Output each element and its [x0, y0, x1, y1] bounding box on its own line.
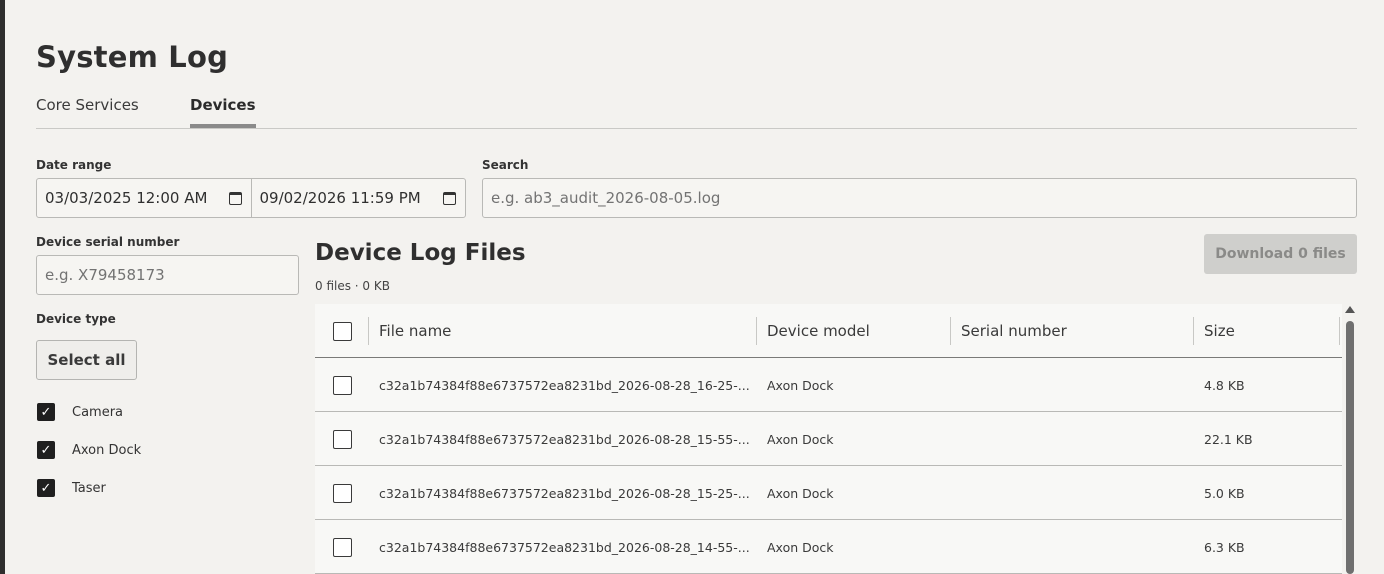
serial-number-input[interactable] — [36, 255, 299, 295]
device-model-cell: Axon Dock — [767, 431, 834, 447]
table-header: File name Device model Serial number Siz… — [315, 304, 1342, 358]
serial-number-label: Device serial number — [36, 235, 180, 249]
table-row[interactable]: c32a1b74384f88e6737572ea8231bd_2026-08-2… — [315, 466, 1342, 520]
chevron-up-icon[interactable] — [1345, 306, 1355, 313]
row-checkbox[interactable] — [333, 537, 352, 557]
device-type-camera[interactable]: ✓ Camera — [37, 402, 123, 422]
row-checkbox-cell — [333, 466, 352, 520]
table-row[interactable]: c32a1b74384f88e6737572ea8231bd_2026-08-2… — [315, 520, 1342, 574]
check-icon: ✓ — [40, 404, 52, 420]
file-name-cell: c32a1b74384f88e6737572ea8231bd_2026-08-2… — [379, 377, 750, 393]
size-cell: 5.0 KB — [1204, 485, 1245, 501]
file-name-cell: c32a1b74384f88e6737572ea8231bd_2026-08-2… — [379, 431, 750, 447]
check-icon: ✓ — [40, 442, 52, 458]
checkbox-checked[interactable]: ✓ — [37, 441, 55, 459]
row-checkbox[interactable] — [333, 429, 352, 449]
file-name-cell: c32a1b74384f88e6737572ea8231bd_2026-08-2… — [379, 539, 750, 555]
tab-devices[interactable]: Devices — [190, 96, 256, 128]
row-checkbox-cell — [333, 520, 352, 574]
page-title: System Log — [36, 40, 229, 74]
row-checkbox[interactable] — [333, 375, 352, 395]
row-checkbox[interactable] — [333, 483, 352, 503]
search-label: Search — [482, 158, 529, 172]
date-range-label: Date range — [36, 158, 112, 172]
select-all-button[interactable]: Select all — [36, 340, 137, 380]
calendar-icon[interactable] — [443, 192, 456, 205]
checkbox-checked[interactable]: ✓ — [37, 403, 55, 421]
section-title: Device Log Files — [315, 240, 526, 266]
device-model-cell: Axon Dock — [767, 485, 834, 501]
device-type-label-camera: Camera — [72, 404, 124, 420]
calendar-icon[interactable] — [228, 192, 242, 205]
file-name-cell: c32a1b74384f88e6737572ea8231bd_2026-08-2… — [379, 485, 750, 501]
device-model-cell: Axon Dock — [767, 539, 834, 555]
table-row[interactable]: c32a1b74384f88e6737572ea8231bd_2026-08-2… — [315, 358, 1342, 412]
device-log-table: File name Device model Serial number Siz… — [315, 304, 1342, 574]
column-divider[interactable] — [756, 317, 757, 345]
column-header-file-name[interactable]: File name — [379, 304, 451, 358]
column-divider[interactable] — [950, 317, 951, 345]
size-cell: 6.3 KB — [1204, 539, 1245, 555]
checkbox[interactable] — [333, 321, 352, 341]
file-count-summary: 0 files · 0 KB — [315, 279, 390, 293]
device-type-taser[interactable]: ✓ Taser — [37, 478, 106, 498]
checkbox-checked[interactable]: ✓ — [37, 479, 55, 497]
date-start-value: 03/03/2025 12:00 AM — [45, 189, 208, 207]
table-scrollbar[interactable] — [1345, 306, 1355, 574]
column-header-size[interactable]: Size — [1204, 304, 1235, 358]
date-end-field[interactable]: 09/02/2026 11:59 PM — [250, 179, 466, 217]
column-divider[interactable] — [1193, 317, 1194, 345]
size-cell: 4.8 KB — [1204, 377, 1245, 393]
scrollbar-thumb[interactable] — [1346, 321, 1354, 574]
column-divider[interactable] — [368, 317, 369, 345]
row-checkbox-cell — [333, 358, 352, 412]
row-checkbox-cell — [333, 412, 352, 466]
date-range-picker: 03/03/2025 12:00 AM 09/02/2026 11:59 PM — [36, 178, 466, 218]
table-row[interactable]: c32a1b74384f88e6737572ea8231bd_2026-08-2… — [315, 412, 1342, 466]
window-left-edge — [0, 0, 5, 574]
search-input[interactable] — [482, 178, 1357, 218]
column-header-device-model[interactable]: Device model — [767, 304, 870, 358]
tab-bar: Core Services Devices — [36, 96, 1357, 129]
date-end-value: 09/02/2026 11:59 PM — [259, 189, 421, 207]
device-model-cell: Axon Dock — [767, 377, 834, 393]
device-type-label-axon-dock: Axon Dock — [72, 442, 142, 458]
column-header-serial-number[interactable]: Serial number — [961, 304, 1067, 358]
device-type-label: Device type — [36, 312, 116, 326]
device-type-axon-dock[interactable]: ✓ Axon Dock — [37, 440, 141, 460]
size-cell: 22.1 KB — [1204, 431, 1253, 447]
check-icon: ✓ — [40, 480, 52, 496]
date-start-field[interactable]: 03/03/2025 12:00 AM — [37, 179, 251, 217]
select-all-rows-checkbox[interactable] — [333, 304, 352, 358]
device-type-label-taser: Taser — [72, 480, 106, 496]
tab-core-services[interactable]: Core Services — [36, 96, 139, 128]
download-files-button[interactable]: Download 0 files — [1204, 234, 1357, 274]
column-divider[interactable] — [1339, 317, 1340, 345]
